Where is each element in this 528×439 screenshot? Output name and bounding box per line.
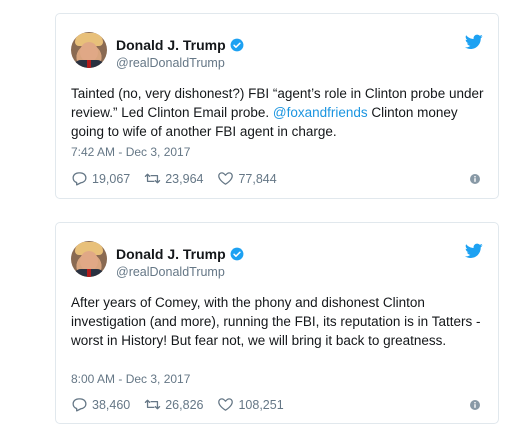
tweet-card[interactable]: Donald J. Trump @realDonaldTrump After y…: [55, 222, 499, 424]
info-icon[interactable]: [470, 400, 480, 410]
author-name-row[interactable]: Donald J. Trump: [116, 37, 244, 53]
tweet-actions: 19,067 23,964 77,844: [71, 171, 291, 186]
like-button[interactable]: 108,251: [217, 397, 284, 412]
like-count: 108,251: [238, 397, 284, 412]
reply-count: 19,067: [92, 171, 131, 186]
verified-badge-icon: [230, 38, 244, 52]
avatar[interactable]: [71, 32, 107, 68]
reply-count: 38,460: [92, 397, 131, 412]
like-icon: [218, 398, 234, 411]
author-name-row[interactable]: Donald J. Trump: [116, 246, 244, 262]
tweet-card[interactable]: Donald J. Trump @realDonaldTrump Tainted…: [55, 13, 499, 199]
reply-button[interactable]: 19,067: [71, 171, 130, 186]
mention-link[interactable]: @foxandfriends: [273, 105, 368, 120]
info-icon[interactable]: [470, 174, 480, 184]
tweet-text: Tainted (no, very dishonest?) FBI “agent…: [71, 86, 484, 139]
avatar[interactable]: [71, 241, 107, 277]
twitter-bird-icon[interactable]: [465, 34, 483, 50]
reply-icon: [72, 172, 87, 186]
retweet-button[interactable]: 23,964: [144, 171, 203, 186]
reply-icon: [72, 398, 87, 412]
retweet-count: 23,964: [165, 171, 204, 186]
like-icon: [218, 172, 234, 185]
retweet-button[interactable]: 26,826: [144, 397, 203, 412]
retweet-count: 26,826: [165, 397, 204, 412]
retweet-icon: [145, 399, 161, 410]
author-name[interactable]: Donald J. Trump: [116, 37, 226, 53]
verified-badge-icon: [230, 247, 244, 261]
author-handle[interactable]: @realDonaldTrump: [116, 265, 225, 279]
timestamp[interactable]: 7:42 AM - Dec 3, 2017: [71, 145, 190, 159]
author-name[interactable]: Donald J. Trump: [116, 246, 226, 262]
tweet-actions: 38,460 26,826 108,251: [71, 397, 298, 412]
timestamp[interactable]: 8:00 AM - Dec 3, 2017: [71, 372, 190, 386]
like-count: 77,844: [238, 171, 277, 186]
twitter-bird-icon[interactable]: [465, 243, 483, 259]
reply-button[interactable]: 38,460: [71, 397, 130, 412]
author-handle[interactable]: @realDonaldTrump: [116, 56, 225, 70]
tweet-text: After years of Comey, with the phony and…: [71, 295, 481, 348]
like-button[interactable]: 77,844: [217, 171, 277, 186]
retweet-icon: [145, 173, 161, 184]
